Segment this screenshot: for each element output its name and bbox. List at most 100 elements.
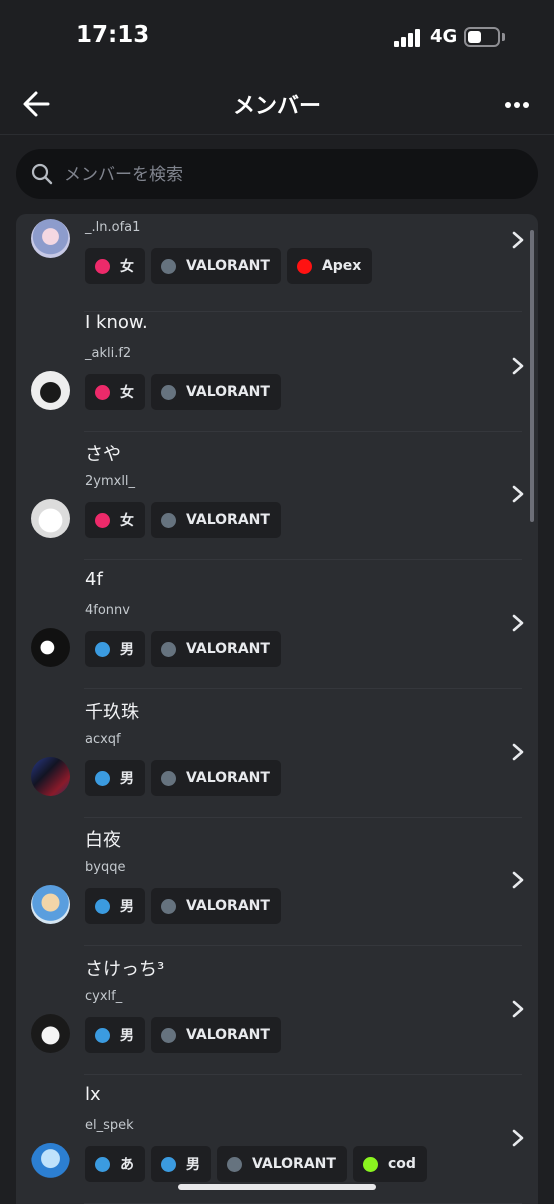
role-tag-label: 女 <box>120 513 134 529</box>
role-tag-label: VALORANT <box>186 641 270 657</box>
role-tag: VALORANT <box>151 888 281 924</box>
role-tag-label: VALORANT <box>186 512 270 528</box>
role-color-dot <box>95 1027 110 1043</box>
member-username: 2ymxll_ <box>85 474 136 489</box>
chevron-right-icon <box>512 1000 524 1018</box>
chevron-right-icon <box>512 1129 524 1147</box>
member-tags: 男 VALORANT <box>85 888 281 924</box>
member-row[interactable]: 白夜 byqqe 男 VALORANT <box>16 818 538 946</box>
member-username: acxqf <box>85 732 121 747</box>
avatar[interactable] <box>31 885 70 924</box>
role-color-dot <box>161 898 176 914</box>
scrollbar[interactable] <box>530 230 534 522</box>
role-color-dot <box>95 770 110 786</box>
member-name: 白夜 <box>85 830 121 851</box>
more-horizontal-icon <box>505 102 529 108</box>
member-name: lx <box>85 1084 101 1105</box>
role-color-dot <box>161 1156 176 1172</box>
avatar[interactable] <box>31 1143 70 1182</box>
battery-level <box>468 31 481 43</box>
role-tag: 男 <box>85 760 145 796</box>
role-tag: 女 <box>85 502 145 538</box>
member-tags: 男 VALORANT <box>85 1017 281 1053</box>
member-username: byqqe <box>85 860 126 875</box>
avatar[interactable] <box>31 757 70 796</box>
role-color-dot <box>95 384 110 400</box>
status-time: 17:13 <box>76 22 150 48</box>
avatar[interactable] <box>31 499 70 538</box>
role-color-dot <box>161 770 176 786</box>
role-tag: cod <box>352 1146 427 1182</box>
role-tag-label: 男 <box>120 642 134 658</box>
role-tag: VALORANT <box>151 760 281 796</box>
avatar[interactable] <box>31 628 70 667</box>
role-color-dot <box>95 641 110 657</box>
role-tag-label: cod <box>387 1156 416 1172</box>
role-tag-label: 女 <box>120 385 134 401</box>
role-tag: VALORANT <box>151 248 281 284</box>
role-tag-label: VALORANT <box>186 384 270 400</box>
chevron-right-icon <box>512 871 524 889</box>
member-row[interactable]: さけっち³ cyxlf_ 男 VALORANT <box>16 947 538 1075</box>
member-tags: 男 VALORANT <box>85 631 281 667</box>
member-name: I know. <box>85 312 148 333</box>
status-bar: 17:13 4G <box>0 0 554 76</box>
member-username: el_spek <box>85 1118 134 1133</box>
role-color-dot <box>95 512 110 528</box>
role-color-dot <box>227 1156 242 1172</box>
member-tags: 女 VALORANT <box>85 502 281 538</box>
role-tag-label: VALORANT <box>186 898 270 914</box>
role-tag: 男 <box>151 1146 211 1182</box>
member-name: さけっち³ <box>85 959 165 980</box>
home-indicator[interactable] <box>178 1184 376 1190</box>
role-tag: 女 <box>85 374 145 410</box>
member-list[interactable]: _.ln.ofa1 女 VALORANT Apex I know. _akli.f2 女 VA… <box>16 214 538 1204</box>
role-tag-label: 男 <box>120 899 134 915</box>
avatar[interactable] <box>31 371 70 410</box>
role-tag-label: 女 <box>120 259 134 275</box>
role-tag-label: Apex <box>321 258 362 274</box>
role-tag: VALORANT <box>217 1146 347 1182</box>
member-username: _akli.f2 <box>85 346 132 361</box>
role-tag-label: 男 <box>120 1028 134 1044</box>
role-color-dot <box>161 384 176 400</box>
member-row[interactable]: I know. _akli.f2 女 VALORANT <box>16 304 538 432</box>
member-row[interactable]: さや 2ymxll_ 女 VALORANT <box>16 432 538 560</box>
member-name: 千玖珠 <box>85 702 139 723</box>
chevron-right-icon <box>512 485 524 503</box>
role-tag: あ <box>85 1146 145 1182</box>
chevron-right-icon <box>512 357 524 375</box>
role-tag-label: 男 <box>186 1157 200 1173</box>
role-color-dot <box>161 512 176 528</box>
role-tag: VALORANT <box>151 502 281 538</box>
header: メンバー <box>0 76 554 135</box>
role-tag: VALORANT <box>151 631 281 667</box>
member-username: 4fonnv <box>85 603 130 618</box>
avatar[interactable] <box>31 219 70 258</box>
role-color-dot <box>95 1156 110 1172</box>
cellular-signal-icon <box>394 29 422 47</box>
network-type: 4G <box>430 26 458 47</box>
member-row[interactable]: 千玖珠 acxqf 男 VALORANT <box>16 690 538 818</box>
chevron-right-icon <box>512 614 524 632</box>
member-username: cyxlf_ <box>85 989 123 1004</box>
role-color-dot <box>161 1027 176 1043</box>
role-tag: Apex <box>286 248 373 284</box>
member-tags: 男 VALORANT <box>85 760 281 796</box>
more-options-button[interactable] <box>500 90 534 120</box>
role-tag: VALORANT <box>151 1017 281 1053</box>
member-row[interactable]: 4f 4fonnv 男 VALORANT <box>16 561 538 689</box>
member-tags: あ 男 VALORANT cod <box>85 1146 427 1182</box>
battery-cap <box>502 33 505 41</box>
search-input[interactable] <box>62 149 526 201</box>
search-icon <box>31 163 53 185</box>
role-tag-label: VALORANT <box>186 258 270 274</box>
role-tag-label: VALORANT <box>252 1156 336 1172</box>
row-divider <box>84 559 522 560</box>
role-tag-label: 男 <box>120 771 134 787</box>
role-color-dot <box>95 898 110 914</box>
avatar[interactable] <box>31 1014 70 1053</box>
search-bar[interactable] <box>16 149 538 201</box>
role-tag: 女 <box>85 248 145 284</box>
member-row[interactable]: _.ln.ofa1 女 VALORANT Apex <box>16 214 538 312</box>
